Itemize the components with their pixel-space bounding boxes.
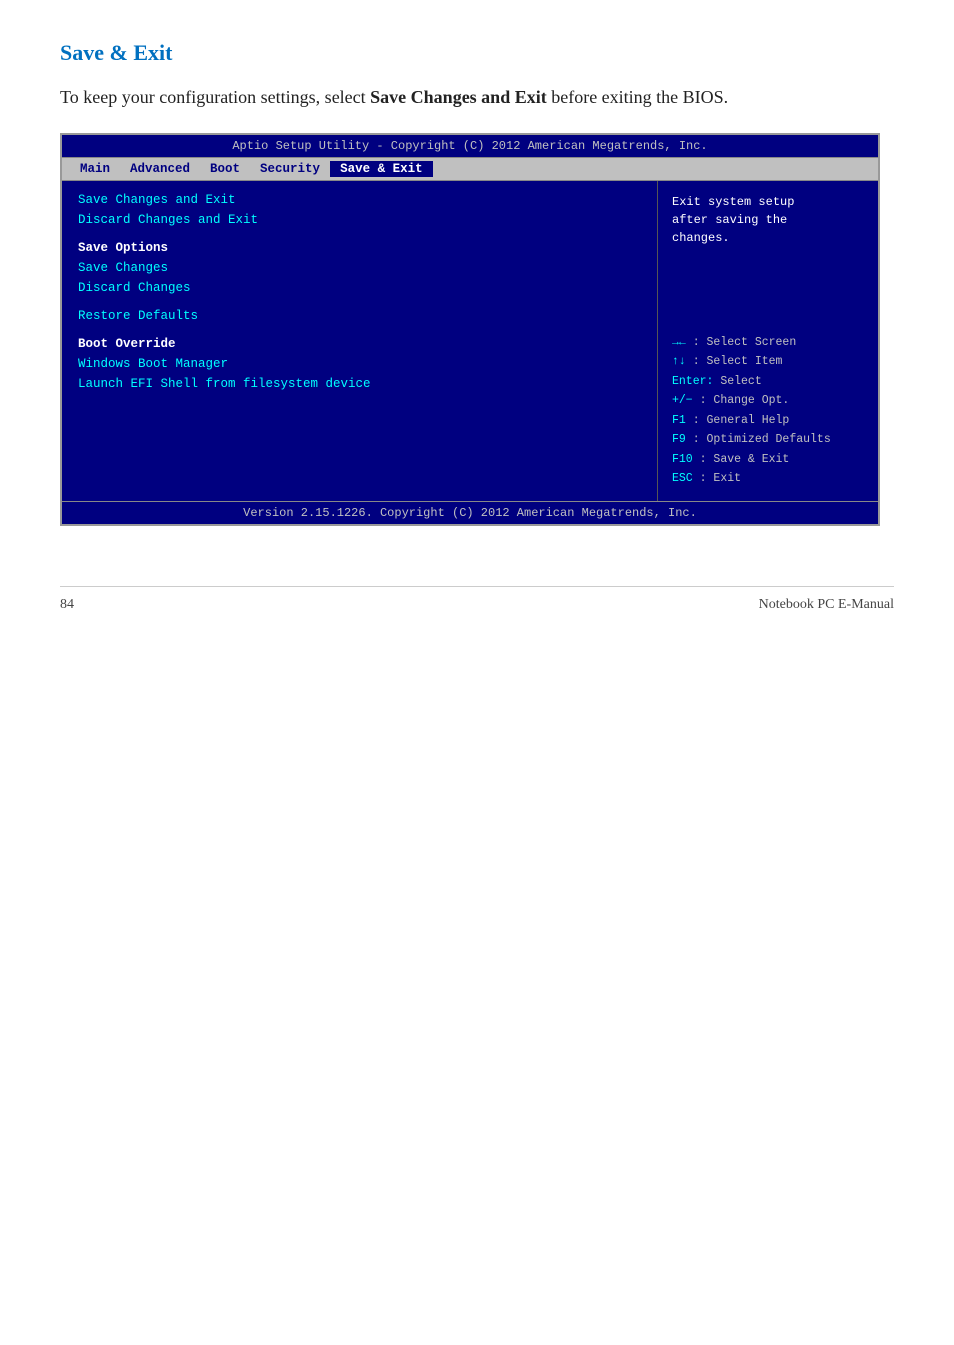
bios-menu-advanced[interactable]: Advanced (120, 161, 200, 177)
bios-option-save-changes-exit[interactable]: Save Changes and Exit (78, 193, 641, 207)
bios-screen: Aptio Setup Utility - Copyright (C) 2012… (60, 133, 880, 526)
bios-boot-override-label: Boot Override (78, 337, 641, 351)
bios-key-enter: Enter: Select (672, 372, 864, 392)
intro-text-bold: Save Changes and Exit (370, 87, 547, 107)
bios-option-restore-defaults[interactable]: Restore Defaults (78, 309, 641, 323)
bios-option-discard-changes[interactable]: Discard Changes (78, 281, 641, 295)
bios-left-panel: Save Changes and Exit Discard Changes an… (62, 181, 658, 501)
footer-page-number: 84 (60, 597, 74, 613)
bios-option-discard-changes-exit[interactable]: Discard Changes and Exit (78, 213, 641, 227)
intro-text-after: before exiting the BIOS. (547, 87, 728, 107)
bios-header: Aptio Setup Utility - Copyright (C) 2012… (62, 135, 878, 158)
bios-footer: Version 2.15.1226. Copyright (C) 2012 Am… (62, 501, 878, 524)
bios-option-save-changes[interactable]: Save Changes (78, 261, 641, 275)
bios-menu-boot[interactable]: Boot (200, 161, 250, 177)
bios-key-esc: ESC : Exit (672, 469, 864, 489)
intro-paragraph: To keep your configuration settings, sel… (60, 84, 894, 111)
bios-menu-security[interactable]: Security (250, 161, 330, 177)
page-footer: 84 Notebook PC E-Manual (60, 586, 894, 613)
footer-manual-title: Notebook PC E-Manual (759, 597, 894, 613)
bios-menu-save-exit[interactable]: Save & Exit (330, 161, 433, 177)
bios-key-select-screen: →← : Select Screen (672, 333, 864, 353)
bios-key-legend: →← : Select Screen ↑↓ : Select Item Ente… (672, 333, 864, 489)
bios-menu-main[interactable]: Main (70, 161, 120, 177)
bios-key-f1: F1 : General Help (672, 411, 864, 431)
bios-option-windows-boot-manager[interactable]: Windows Boot Manager (78, 357, 641, 371)
bios-key-change: +/− : Change Opt. (672, 391, 864, 411)
bios-option-launch-efi-shell[interactable]: Launch EFI Shell from filesystem device (78, 377, 641, 391)
page-title: Save & Exit (60, 40, 894, 66)
bios-key-f9: F9 : Optimized Defaults (672, 430, 864, 450)
bios-body: Save Changes and Exit Discard Changes an… (62, 181, 878, 501)
bios-menubar: Main Advanced Boot Security Save & Exit (62, 158, 878, 181)
intro-text-before: To keep your configuration settings, sel… (60, 87, 370, 107)
bios-key-f10: F10 : Save & Exit (672, 450, 864, 470)
bios-description: Exit system setupafter saving thechanges… (672, 193, 864, 247)
bios-save-options-label: Save Options (78, 241, 641, 255)
bios-key-select-item: ↑↓ : Select Item (672, 352, 864, 372)
bios-right-panel: Exit system setupafter saving thechanges… (658, 181, 878, 501)
